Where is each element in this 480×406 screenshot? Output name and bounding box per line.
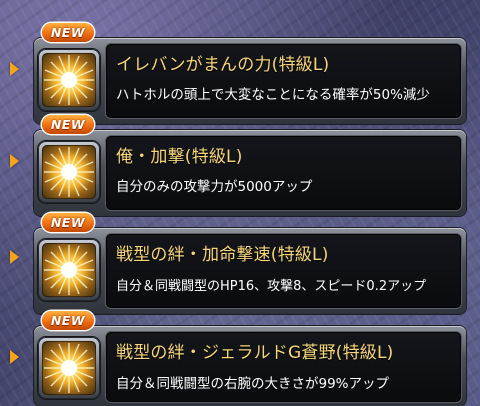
ability-description: ハトホルの頭上で大変なことになる確率が50%減少 [116,87,430,103]
new-badge: NEW [42,311,94,330]
ability-icon-frame [38,337,100,399]
ability-title: 戦型の絆・ジェラルドG蒼野(特級L) [116,343,394,363]
gold-sunburst-icon [42,243,96,297]
ability-title: 戦型の絆・加命撃速(特級L) [116,245,329,265]
ability-description: 自分のみの攻撃力が5000アップ [116,179,313,195]
ability-icon-frame [38,49,100,111]
ability-row-2[interactable]: 俺・加撃(特級L) 自分のみの攻撃力が5000アップ NEW [0,112,480,216]
ability-panel[interactable]: 戦型の絆・加命撃速(特級L) 自分＆同戦闘型のHP16、攻撃8、スピード0.2ア… [34,228,466,314]
ability-icon-frame [38,239,100,301]
ability-text-box: イレバンがまんの力(特級L) ハトホルの頭上で大変なことになる確率が50%減少 [106,44,461,118]
ability-row-1[interactable]: イレバンがまんの力(特級L) ハトホルの頭上で大変なことになる確率が50%減少 … [0,16,480,124]
selector-arrow-icon [10,62,19,76]
gold-sunburst-icon [42,341,96,395]
ability-row-4[interactable]: 戦型の絆・ジェラルドG蒼野(特級L) 自分＆同戦闘型の右腕の大きさが99%アップ… [0,306,480,406]
selector-arrow-icon [10,350,19,364]
new-badge: NEW [42,115,94,134]
ability-text-box: 戦型の絆・ジェラルドG蒼野(特級L) 自分＆同戦闘型の右腕の大きさが99%アップ [106,332,461,402]
gold-sunburst-icon [42,145,96,199]
ability-description: 自分＆同戦闘型のHP16、攻撃8、スピード0.2アップ [116,279,427,294]
new-badge: NEW [42,23,94,42]
ability-text-box: 戦型の絆・加命撃速(特級L) 自分＆同戦闘型のHP16、攻撃8、スピード0.2ア… [106,234,461,308]
ability-panel[interactable]: 戦型の絆・ジェラルドG蒼野(特級L) 自分＆同戦闘型の右腕の大きさが99%アップ [34,326,466,406]
selector-arrow-icon [10,154,19,168]
ability-text-box: 俺・加撃(特級L) 自分のみの攻撃力が5000アップ [106,136,461,210]
ability-panel[interactable]: 俺・加撃(特級L) 自分のみの攻撃力が5000アップ [34,130,466,216]
selector-arrow-icon [10,250,19,264]
new-badge: NEW [42,213,94,232]
ability-title: 俺・加撃(特級L) [116,147,243,167]
gold-sunburst-icon [42,53,96,107]
ability-title: イレバンがまんの力(特級L) [116,55,330,75]
ability-description: 自分＆同戦闘型の右腕の大きさが99%アップ [116,376,390,392]
ability-row-3[interactable]: 戦型の絆・加命撃速(特級L) 自分＆同戦闘型のHP16、攻撃8、スピード0.2ア… [0,208,480,314]
ability-icon-frame [38,141,100,203]
